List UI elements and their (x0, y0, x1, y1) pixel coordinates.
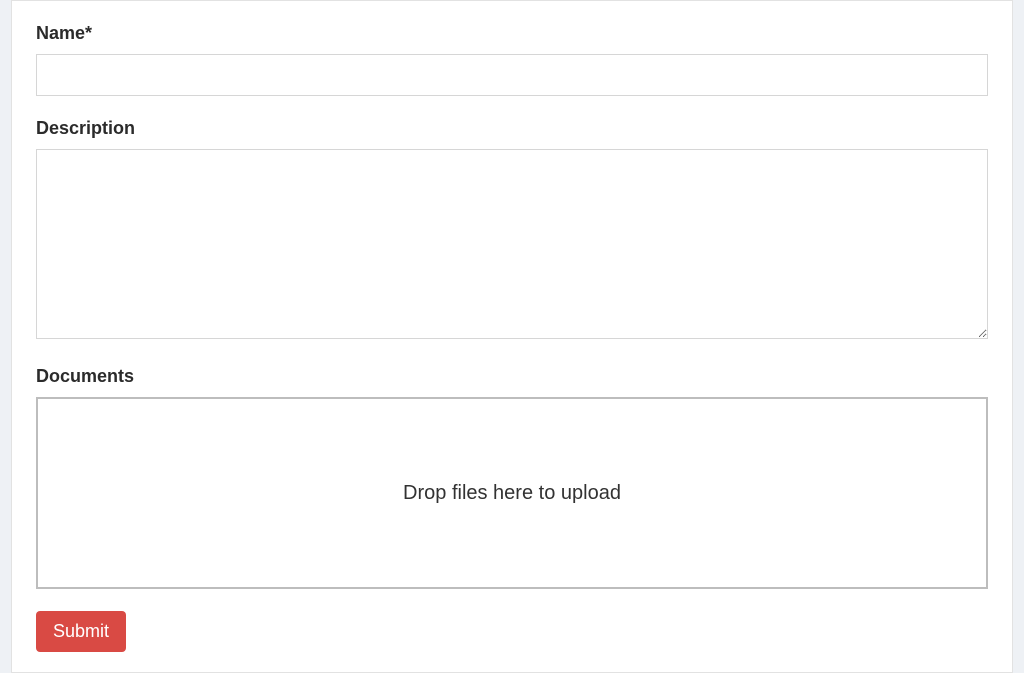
form-panel: Name* Description Documents Drop files h… (11, 0, 1013, 673)
description-textarea[interactable] (36, 149, 988, 339)
submit-button[interactable]: Submit (36, 611, 126, 652)
description-label: Description (36, 118, 988, 139)
description-group: Description (36, 118, 988, 344)
documents-dropzone[interactable]: Drop files here to upload (36, 397, 988, 589)
dropzone-text: Drop files here to upload (403, 482, 621, 505)
documents-group: Documents Drop files here to upload (36, 366, 988, 589)
page-wrapper: Name* Description Documents Drop files h… (0, 0, 1024, 673)
name-input[interactable] (36, 54, 988, 96)
documents-label: Documents (36, 366, 988, 387)
name-label: Name* (36, 23, 988, 44)
name-group: Name* (36, 23, 988, 96)
